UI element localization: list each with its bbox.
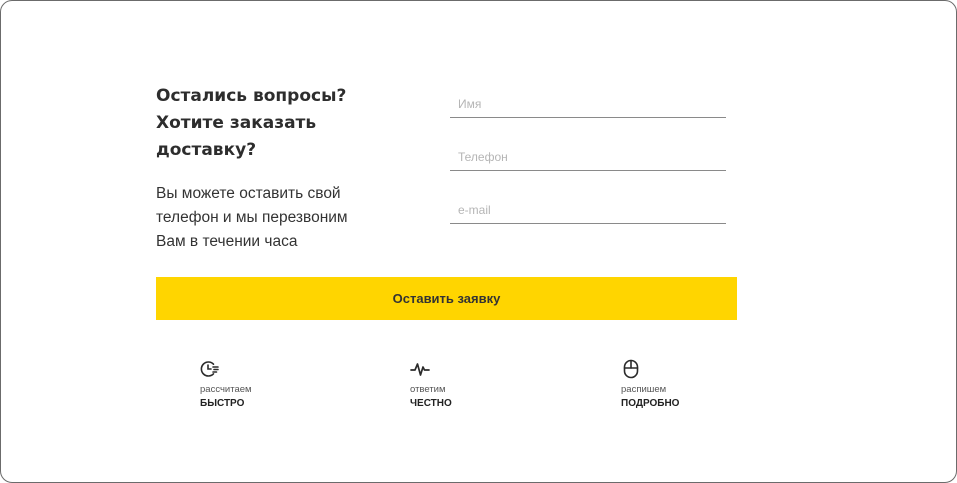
submit-request-button[interactable]: Оставить заявку [156,277,737,320]
feature-emphasis: ЧЕСТНО [410,398,452,409]
pulse-icon [410,363,430,376]
feature-emphasis: БЫСТРО [200,398,245,409]
feature-honest: ответим ЧЕСТНО [410,359,452,410]
feature-caption: рассчитаем [200,384,252,395]
feature-detailed: распишем ПОДРОБНО [621,359,679,410]
fast-clock-icon [200,361,219,377]
name-field[interactable] [450,90,726,118]
form-heading: Остались вопросы? Хотите заказать достав… [156,86,347,160]
form-description: Вы можете оставить свой телефон и мы пер… [156,185,348,250]
feature-caption: ответим [410,384,446,395]
mouse-icon [623,359,639,379]
callback-card: Остались вопросы? Хотите заказать достав… [0,0,957,483]
email-field[interactable] [450,196,726,224]
feature-fast: рассчитаем БЫСТРО [200,359,252,410]
feature-emphasis: ПОДРОБНО [621,398,680,409]
feature-caption: распишем [621,384,667,395]
phone-field[interactable] [450,143,726,171]
